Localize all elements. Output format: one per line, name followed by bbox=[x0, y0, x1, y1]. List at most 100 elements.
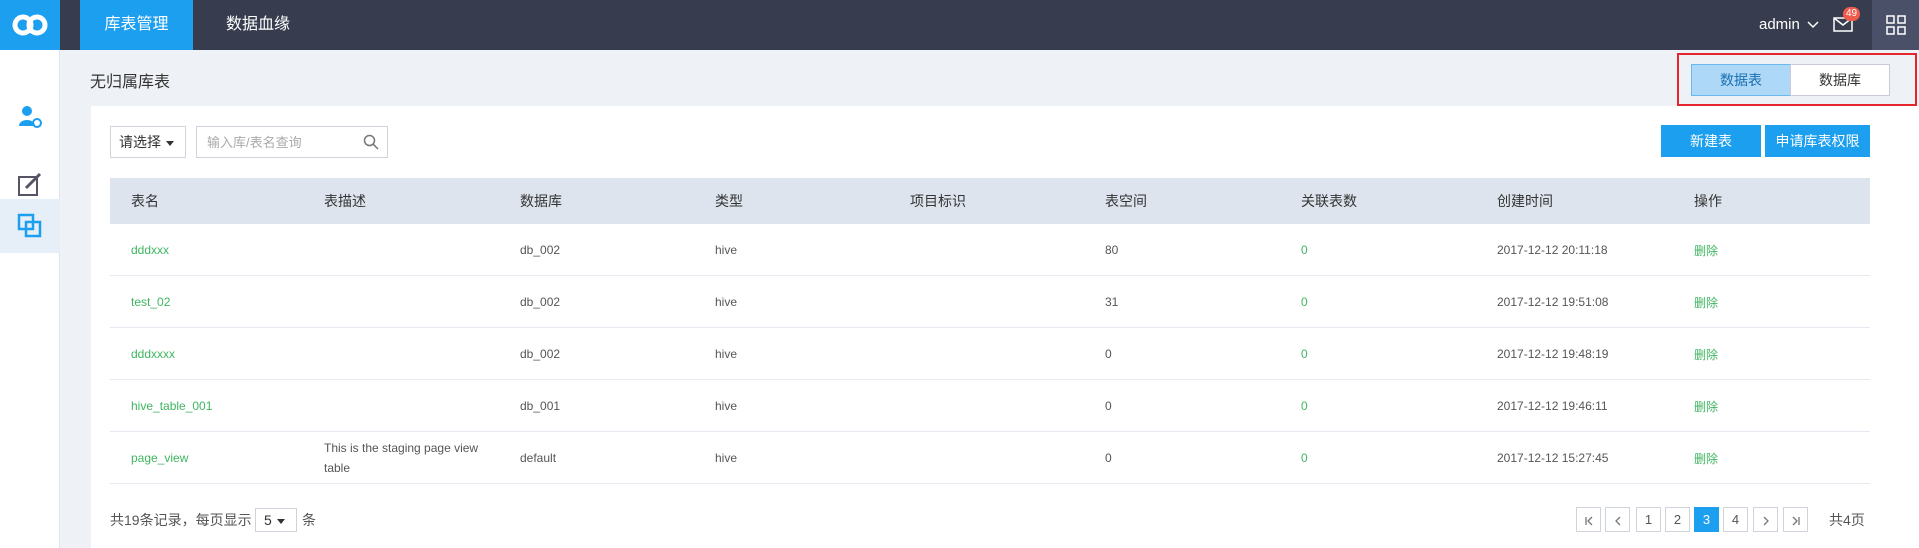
table-name-link[interactable]: hive_table_001 bbox=[131, 380, 212, 432]
table-desc bbox=[324, 224, 494, 276]
page-button-4[interactable]: 4 bbox=[1723, 507, 1748, 532]
table-type: hive bbox=[715, 451, 738, 465]
delete-link[interactable]: 删除 bbox=[1694, 432, 1718, 484]
first-page-button[interactable] bbox=[1576, 507, 1601, 532]
table-desc bbox=[324, 380, 494, 432]
page-size-value: 5 bbox=[264, 512, 272, 528]
delete-link[interactable]: 删除 bbox=[1694, 224, 1718, 276]
search-icon[interactable] bbox=[363, 134, 379, 150]
table-links[interactable]: 0 bbox=[1301, 328, 1308, 380]
col-header-project: 项目标识 bbox=[910, 193, 966, 209]
delete-link[interactable]: 删除 bbox=[1694, 328, 1718, 380]
table-name-link[interactable]: dddxxxx bbox=[131, 328, 175, 380]
next-page-button[interactable] bbox=[1753, 507, 1778, 532]
new-table-button[interactable]: 新建表 bbox=[1661, 125, 1761, 157]
delete-link[interactable]: 删除 bbox=[1694, 380, 1718, 432]
page-size-unit: 条 bbox=[302, 512, 316, 528]
table-db: db_002 bbox=[520, 243, 561, 257]
logo-icon bbox=[12, 14, 48, 36]
chevron-left-icon bbox=[1614, 516, 1620, 526]
chevron-right-icon bbox=[1763, 516, 1769, 526]
first-page-icon bbox=[1584, 516, 1592, 526]
table-name-link[interactable]: dddxxx bbox=[131, 224, 169, 276]
table-row: dddxxx db_002 hive 80 0 2017-12-12 20:11… bbox=[110, 224, 1870, 276]
user-menu[interactable]: admin bbox=[1759, 0, 1819, 50]
table-created: 2017-12-12 19:51:08 bbox=[1497, 295, 1609, 309]
grid-icon bbox=[1885, 15, 1906, 35]
mail-count-badge: 49 bbox=[1843, 7, 1861, 21]
table-db: default bbox=[520, 451, 557, 465]
table-name-link[interactable]: test_02 bbox=[131, 276, 170, 328]
table-type: hive bbox=[715, 295, 738, 309]
filter-select[interactable]: 请选择 bbox=[110, 126, 186, 158]
table-row: dddxxxx db_002 hive 0 0 2017-12-12 19:48… bbox=[110, 328, 1870, 380]
apply-permission-button[interactable]: 申请库表权限 bbox=[1765, 125, 1870, 157]
table-db: db_002 bbox=[520, 347, 561, 361]
sidebar-item-tables[interactable] bbox=[0, 199, 60, 253]
edit-icon bbox=[18, 172, 42, 196]
col-header-db: 数据库 bbox=[520, 193, 562, 209]
col-header-links: 关联表数 bbox=[1301, 193, 1357, 209]
table-row: page_view This is the staging page view … bbox=[110, 432, 1870, 484]
toggle-database[interactable]: 数据库 bbox=[1790, 64, 1890, 96]
delete-link[interactable]: 删除 bbox=[1694, 276, 1718, 328]
page-button-2[interactable]: 2 bbox=[1665, 507, 1690, 532]
table-db: db_001 bbox=[520, 399, 561, 413]
search-box bbox=[196, 126, 388, 158]
filter-select-label: 请选择 bbox=[119, 134, 161, 150]
last-page-button[interactable] bbox=[1783, 507, 1808, 532]
col-header-space: 表空间 bbox=[1105, 193, 1147, 209]
page-button-1[interactable]: 1 bbox=[1636, 507, 1661, 532]
caret-down-icon bbox=[276, 518, 285, 524]
col-header-action: 操作 bbox=[1694, 193, 1722, 209]
table-type: hive bbox=[715, 243, 738, 257]
toggle-data-table[interactable]: 数据表 bbox=[1691, 64, 1791, 96]
sidebar-item-user-settings[interactable] bbox=[0, 90, 60, 144]
table-space: 31 bbox=[1105, 295, 1119, 309]
col-header-name: 表名 bbox=[131, 193, 159, 209]
sidebar bbox=[0, 50, 60, 548]
page-button-3[interactable]: 3 bbox=[1694, 507, 1719, 532]
table-links[interactable]: 0 bbox=[1301, 432, 1308, 484]
table-header: 表名 表描述 数据库 类型 项目标识 表空间 关联表数 创建时间 操作 bbox=[110, 178, 1870, 224]
table-type: hive bbox=[715, 347, 738, 361]
table-space: 80 bbox=[1105, 243, 1119, 257]
table-links[interactable]: 0 bbox=[1301, 224, 1308, 276]
tab-data-lineage[interactable]: 数据血缘 bbox=[208, 0, 308, 50]
top-navbar: 库表管理 数据血缘 admin 49 bbox=[0, 0, 1919, 50]
col-header-type: 类型 bbox=[715, 193, 743, 209]
table-created: 2017-12-12 20:11:18 bbox=[1497, 243, 1608, 257]
col-header-created: 创建时间 bbox=[1497, 193, 1553, 209]
page-title: 无归属库表 bbox=[90, 74, 171, 91]
table-db: db_002 bbox=[520, 295, 561, 309]
table-links[interactable]: 0 bbox=[1301, 380, 1308, 432]
table-space: 0 bbox=[1105, 451, 1112, 465]
user-settings-icon bbox=[19, 106, 42, 128]
prev-page-button[interactable] bbox=[1605, 507, 1630, 532]
table-row: test_02 db_002 hive 31 0 2017-12-12 19:5… bbox=[110, 276, 1870, 328]
logo[interactable] bbox=[0, 0, 60, 50]
col-header-desc: 表描述 bbox=[324, 193, 366, 209]
table-row: hive_table_001 db_001 hive 0 0 2017-12-1… bbox=[110, 380, 1870, 432]
username: admin bbox=[1759, 16, 1800, 33]
table-created: 2017-12-12 19:48:19 bbox=[1497, 347, 1609, 361]
table-space: 0 bbox=[1105, 399, 1112, 413]
search-input[interactable] bbox=[197, 127, 357, 157]
table-type: hive bbox=[715, 399, 738, 413]
caret-down-icon bbox=[166, 140, 174, 146]
table-desc bbox=[324, 276, 494, 328]
copy-icon bbox=[17, 213, 42, 238]
table-created: 2017-12-12 19:46:11 bbox=[1497, 399, 1608, 413]
table-space: 0 bbox=[1105, 347, 1112, 361]
table-name-link[interactable]: page_view bbox=[131, 432, 188, 484]
record-count-text: 共19条记录，每页显示 bbox=[110, 512, 252, 528]
chevron-down-icon bbox=[1807, 21, 1819, 29]
table-created: 2017-12-12 15:27:45 bbox=[1497, 451, 1609, 465]
app-grid-button[interactable] bbox=[1872, 0, 1919, 50]
table-links[interactable]: 0 bbox=[1301, 276, 1308, 328]
total-pages-text: 共4页 bbox=[1829, 512, 1865, 528]
table-desc: This is the staging page view table bbox=[324, 441, 479, 475]
table-desc bbox=[324, 328, 494, 380]
page-size-select[interactable]: 5 bbox=[255, 508, 297, 532]
tab-table-management[interactable]: 库表管理 bbox=[80, 0, 193, 50]
